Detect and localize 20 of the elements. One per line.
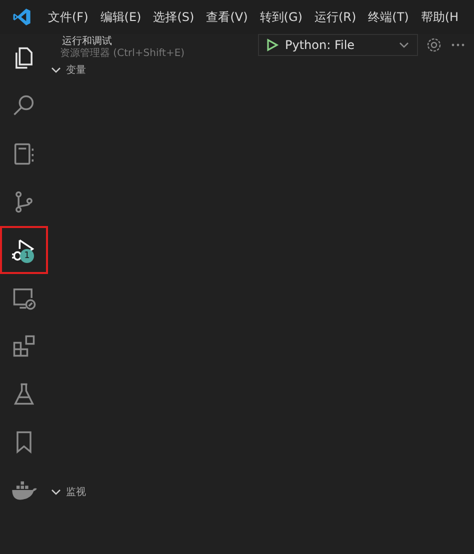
flask-icon [11,381,37,407]
section-header[interactable]: 变量 [48,60,86,80]
sidebar-title: 运行和调试 [62,34,112,48]
extensions-icon [11,333,37,359]
menu-item[interactable]: 查看(V) [200,8,254,26]
menu-item[interactable]: 文件(F) [42,8,94,26]
notification-badge: 1 [20,249,34,263]
tooltip: 资源管理器 (Ctrl+Shift+E) [58,46,187,60]
section-header[interactable]: 监视 [48,482,86,502]
menu-item[interactable]: 编辑(E) [94,8,148,26]
play-icon [265,38,279,52]
menu-item[interactable]: 终端(T) [362,8,415,26]
settings-icon[interactable] [426,37,442,53]
activity-item[interactable]: 1 [0,226,48,274]
menu-item[interactable]: 转到(G) [254,8,308,26]
menu-item[interactable]: 选择(S) [147,8,200,26]
menu-item[interactable]: 运行(R) [308,8,362,26]
menu-item[interactable]: 帮助(H [414,8,465,26]
launch-config-dropdown[interactable]: Python: File [258,34,418,56]
app-logo-icon [12,7,32,27]
